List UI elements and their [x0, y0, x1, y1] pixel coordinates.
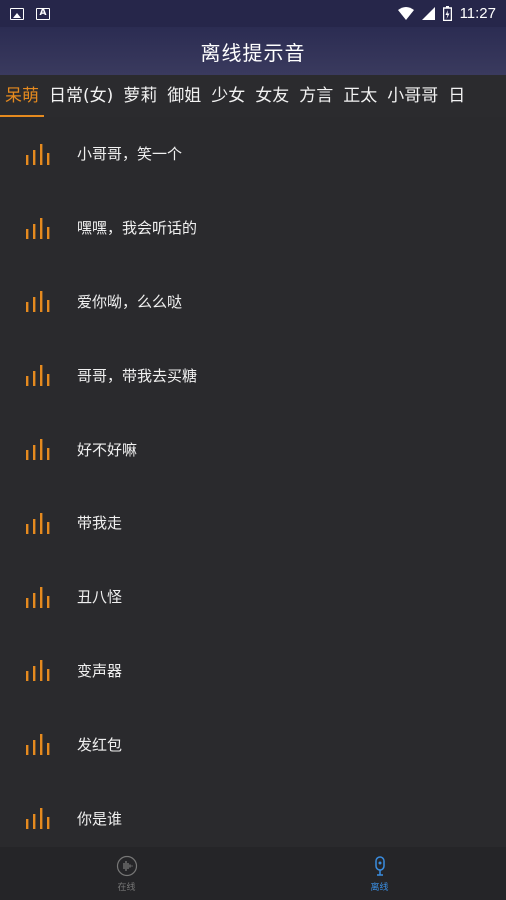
- list-item-label: 嘿嘿，我会听话的: [77, 219, 198, 238]
- category-tabs: 呆萌 日常(女) 萝莉 御姐 少女 女友 方言 正太 小哥哥日: [0, 75, 506, 117]
- sound-list: 小哥哥，笑一个 嘿嘿，我会听话的 爱你呦，么么哒 哥哥，带我去买糖 好不好嘛带我走丑八怪…: [0, 117, 506, 847]
- list-item-label: 丑八怪: [77, 588, 123, 607]
- sound-wave-icon: [26, 808, 50, 830]
- sound-wave-icon: [26, 660, 50, 682]
- tab-6[interactable]: 方言: [294, 75, 338, 117]
- tab-2[interactable]: 萝莉: [118, 75, 162, 117]
- text-a-icon: A: [36, 7, 50, 20]
- status-bar: A 11:27: [0, 0, 506, 27]
- nav-0[interactable]: 在线: [0, 847, 253, 900]
- nav-label: 在线: [117, 882, 136, 893]
- sound-wave-icon: [26, 439, 50, 461]
- bottom-navigation: 在线 离线: [0, 847, 506, 900]
- tab-5[interactable]: 女友: [250, 75, 294, 117]
- battery-charging-icon: [442, 6, 452, 21]
- clock: 11:27: [459, 5, 496, 22]
- list-item-label: 带我走: [77, 514, 123, 533]
- list-item-label: 哥哥，带我去买糖: [77, 366, 198, 385]
- list-item[interactable]: 爱你呦，么么哒: [0, 265, 506, 339]
- sound-wave-icon: [26, 586, 50, 608]
- tab-8[interactable]: 小哥哥: [382, 75, 443, 117]
- list-item-label: 爱你呦，么么哒: [77, 292, 183, 311]
- list-item[interactable]: 好不好嘛: [0, 412, 506, 486]
- image-icon: [10, 7, 24, 20]
- tab-1[interactable]: 日常(女): [44, 75, 118, 117]
- sound-wave-icon: [26, 365, 50, 387]
- tab-7[interactable]: 正太: [338, 75, 382, 117]
- waveform-icon: [116, 855, 137, 876]
- sound-wave-icon: [26, 512, 50, 534]
- tab-4[interactable]: 少女: [206, 75, 250, 117]
- list-item-label: 你是谁: [77, 809, 123, 828]
- sound-wave-icon: [26, 143, 50, 165]
- list-item[interactable]: 你是谁: [0, 781, 506, 847]
- list-item[interactable]: 丑八怪: [0, 560, 506, 634]
- title-bar: 离线提示音: [0, 27, 506, 75]
- list-item-label: 发红包: [77, 735, 123, 754]
- nav-1[interactable]: 离线: [253, 847, 506, 900]
- list-item[interactable]: 哥哥，带我去买糖: [0, 338, 506, 412]
- sound-wave-icon: [26, 217, 50, 239]
- microphone-icon: [374, 855, 385, 876]
- sound-wave-icon: [26, 734, 50, 756]
- list-item[interactable]: 发红包: [0, 707, 506, 781]
- list-item-label: 变声器: [77, 661, 123, 680]
- nav-label: 离线: [370, 882, 389, 893]
- list-item[interactable]: 嘿嘿，我会听话的: [0, 191, 506, 265]
- tab-0[interactable]: 呆萌: [0, 75, 44, 117]
- list-item-label: 好不好嘛: [77, 440, 138, 459]
- list-item[interactable]: 带我走: [0, 486, 506, 560]
- list-item[interactable]: 变声器: [0, 634, 506, 708]
- page-title: 离线提示音: [200, 40, 306, 65]
- tab-9[interactable]: 日: [443, 75, 470, 117]
- list-item-label: 小哥哥，笑一个: [77, 145, 183, 164]
- wifi-icon: [397, 7, 414, 20]
- sound-wave-icon: [26, 291, 50, 313]
- signal-icon: [421, 7, 435, 20]
- tab-3[interactable]: 御姐: [162, 75, 206, 117]
- list-item[interactable]: 小哥哥，笑一个: [0, 117, 506, 191]
